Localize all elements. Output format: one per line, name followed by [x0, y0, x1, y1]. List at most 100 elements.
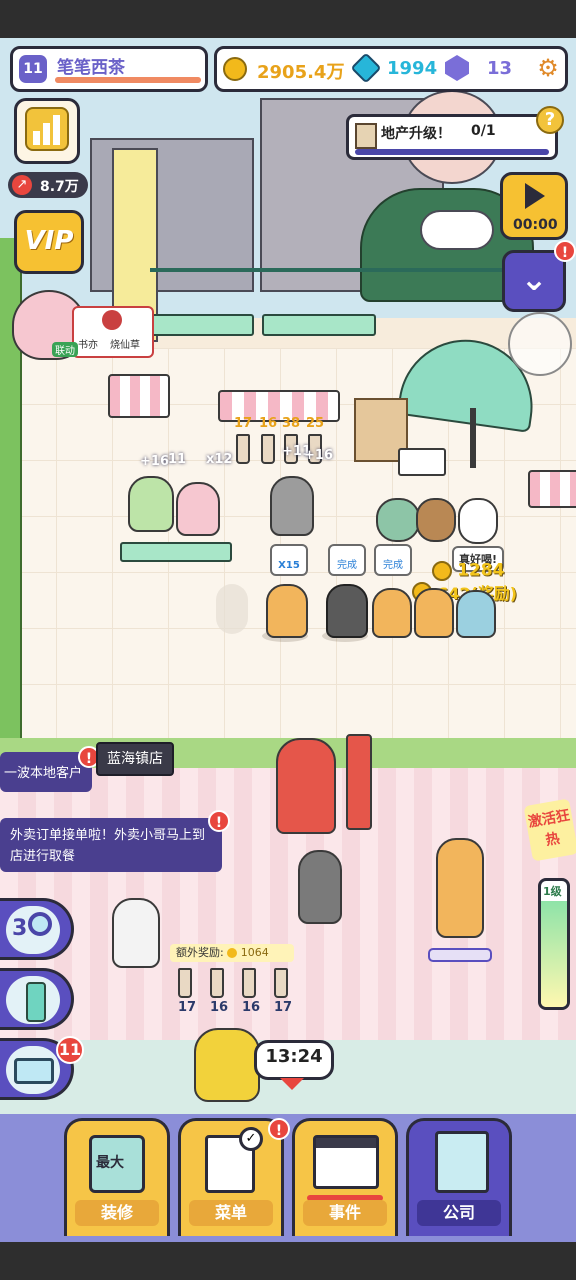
customer-cat[interactable]	[458, 498, 498, 544]
bubble-done: 完成	[374, 544, 412, 576]
extra-reward-label: 额外奖励:	[176, 946, 224, 959]
vip-label: VIP	[24, 226, 74, 256]
tab-events[interactable]: 事件	[292, 1118, 398, 1236]
shop-badge[interactable]: 11 笔笔西茶	[10, 46, 208, 92]
video-timer: 00:00	[513, 217, 558, 233]
customer-cat[interactable]	[376, 498, 420, 542]
delivery-timer-bubble: 13:24	[254, 1040, 334, 1080]
stall-awning	[108, 374, 170, 418]
video-ad-button[interactable]: 00:00	[500, 172, 568, 240]
cup-count: 16	[210, 1000, 229, 1015]
cup-icon	[242, 968, 256, 998]
quest-progress: 0/1	[471, 123, 496, 139]
staff-cat[interactable]	[112, 898, 160, 968]
level-number: 11	[23, 61, 43, 77]
frenzy-level-label: 1级	[543, 885, 562, 898]
frenzy-level-fill	[541, 901, 567, 1007]
bubble-done: 完成	[328, 544, 366, 576]
bench	[262, 314, 376, 336]
collab-brand-product: 烧仙草	[110, 340, 140, 351]
customer-cat[interactable]	[176, 482, 220, 536]
street-lamp	[346, 734, 372, 830]
customer-cat[interactable]	[128, 476, 174, 532]
staff-cat[interactable]	[436, 838, 484, 938]
delivery-notice-text: 外卖订单接单啦！外卖小哥马上到店进行取餐	[10, 828, 206, 864]
queue-cat[interactable]	[456, 590, 496, 638]
coin-icon	[223, 57, 247, 81]
delivery-notice[interactable]: 外卖订单接单啦！外卖小哥马上到店进行取餐	[0, 818, 222, 872]
cup-icon	[210, 968, 224, 998]
stats-button[interactable]	[14, 98, 80, 164]
vip-button[interactable]: VIP	[14, 210, 84, 274]
brand-logo-icon	[102, 310, 122, 330]
quest-banner[interactable]: 地产升级！ 0/1	[346, 114, 558, 160]
store-sign[interactable]: 蓝海镇店	[96, 742, 174, 776]
trend-up-icon: ↗	[12, 175, 32, 195]
customer-cat[interactable]	[416, 498, 456, 542]
coin-amount: 2905.4万	[257, 62, 345, 83]
calendar-header	[316, 1138, 376, 1148]
tab-company-label: 公司	[417, 1200, 501, 1226]
queue-cat[interactable]	[326, 584, 368, 638]
umbrella-pole	[470, 408, 476, 468]
lucky-cat-statue	[276, 738, 336, 834]
tab-company[interactable]: 公司	[406, 1118, 512, 1236]
bubble-done-text: 完成	[337, 560, 357, 571]
quest-label: 地产升级！	[381, 126, 451, 142]
tab-decoration-sub: 最大	[96, 1155, 124, 1171]
laptop-icon	[14, 1058, 54, 1084]
tab-events-label: 事件	[303, 1200, 387, 1226]
staff-progress-bar	[428, 948, 492, 962]
company-building-icon	[435, 1131, 489, 1193]
drink-button[interactable]	[0, 968, 74, 1030]
phone-toggle-button[interactable]	[508, 312, 572, 376]
crystal-amount: 13	[487, 58, 513, 79]
collab-button[interactable]: 书亦 烧仙草 联动	[8, 290, 154, 360]
search-button[interactable]: 3	[0, 898, 74, 960]
shop-xp-fill	[55, 77, 201, 83]
stock-label: 25	[306, 416, 325, 431]
gem-amount: 1994	[387, 58, 438, 79]
tab-menu[interactable]: ✓ 菜单	[178, 1118, 284, 1236]
deed-icon	[355, 123, 377, 149]
shop-xp-bar	[55, 77, 201, 83]
crystal-icon	[445, 55, 469, 81]
game-scene[interactable]: 17 16 38 25 +16 11 x12 +11 +16 X15 完成 完成…	[0, 38, 576, 1242]
local-customers-text: 一波本地客户	[4, 766, 83, 781]
staff-cat[interactable]	[298, 850, 342, 924]
stall-awning	[528, 470, 576, 508]
bar-chart-bar	[33, 131, 40, 145]
stock-label: 17	[234, 416, 253, 431]
queue-cat[interactable]	[414, 588, 454, 638]
help-icon: ?	[544, 109, 556, 130]
drink-button-inner	[6, 976, 60, 1024]
expand-menu-button[interactable]: ⌄	[502, 250, 566, 312]
level-badge: 11	[19, 55, 47, 83]
tab-decoration[interactable]: 最大 装修	[64, 1118, 170, 1236]
frenzy-activate-banner[interactable]: 激活狂热	[523, 798, 576, 862]
extra-reward-header: 额外奖励: 1064	[170, 944, 294, 962]
help-button[interactable]: ?	[536, 106, 564, 134]
frenzy-activate-text: 激活狂热	[527, 807, 572, 849]
computer-button-inner	[6, 1046, 60, 1094]
queue-cat[interactable]	[372, 588, 412, 638]
checkmark-icon: ✓	[239, 1127, 263, 1151]
search-button-inner: 3	[6, 906, 60, 954]
cup-icon	[178, 968, 192, 998]
cup-count: 17	[178, 1000, 197, 1015]
settings-gear-icon[interactable]: ⚙	[535, 55, 561, 81]
bubble-x15-text: X15	[278, 560, 300, 571]
queue-cat[interactable]	[266, 584, 308, 638]
search-count: 3	[12, 916, 28, 941]
customer-cat[interactable]	[270, 476, 314, 536]
delivery-timer: 13:24	[265, 1046, 323, 1067]
alert-badge: !	[208, 810, 230, 832]
cup-icon	[236, 434, 250, 464]
delivery-scooter[interactable]	[194, 1028, 260, 1102]
caret-down-icon	[280, 1078, 304, 1090]
extra-reward-panel: 额外奖励: 1064 17 16 16 17	[170, 944, 298, 1020]
queue-tag: x12	[206, 452, 233, 467]
stock-label: 16	[259, 416, 278, 431]
cup-icon	[274, 968, 288, 998]
shop-name: 笔笔西茶	[57, 58, 125, 78]
